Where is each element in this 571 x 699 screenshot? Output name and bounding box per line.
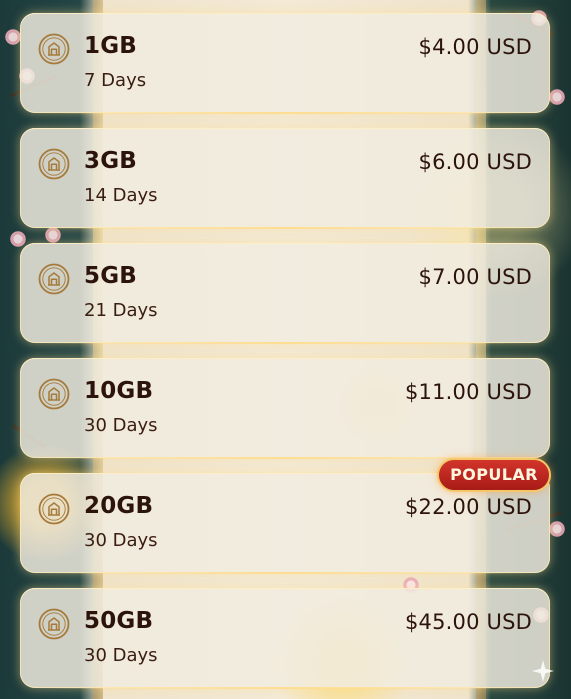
plan-card-3gb[interactable]: 3GB 14 Days $6.00 USD [20,128,550,229]
building-coin-icon [38,608,70,640]
building-coin-icon [38,378,70,410]
plan-card-10gb[interactable]: 10GB 30 Days $11.00 USD [20,358,550,459]
plan-duration: 30 Days [84,415,158,436]
plan-card-1gb[interactable]: 1GB 7 Days $4.00 USD [20,13,550,114]
popular-badge-label: POPULAR [450,465,538,484]
plan-size: 3GB [84,148,138,174]
sparkle-icon [532,660,554,682]
popular-badge: POPULAR [437,458,551,492]
plan-price: $11.00 USD [404,380,532,404]
building-coin-icon [38,263,70,295]
plan-duration: 30 Days [84,530,158,551]
plan-size: 50GB [84,608,154,634]
data-plan-list: 1GB 7 Days $4.00 USD 3GB 14 Days $6.00 U… [20,13,551,689]
plan-price: $22.00 USD [404,495,532,519]
plan-size: 20GB [84,493,154,519]
plan-card-20gb[interactable]: POPULAR 20GB 30 Days $22.00 USD [20,458,551,574]
plan-duration: 7 Days [84,70,147,91]
plan-size: 5GB [84,263,138,289]
plan-card-5gb[interactable]: 5GB 21 Days $7.00 USD [20,243,550,344]
building-coin-icon [38,148,70,180]
plan-duration: 30 Days [84,645,158,666]
plan-duration: 14 Days [84,185,158,206]
building-coin-icon [38,33,70,65]
plan-card-50gb[interactable]: 50GB 30 Days $45.00 USD [20,588,550,689]
plan-duration: 21 Days [84,300,158,321]
building-coin-icon [38,493,70,525]
plan-size: 10GB [84,378,154,404]
plan-price: $7.00 USD [418,265,532,289]
plan-price: $4.00 USD [418,35,532,59]
plan-size: 1GB [84,33,138,59]
blossom-decoration [548,520,566,538]
blossom-decoration [548,88,566,106]
plan-price: $45.00 USD [404,610,532,634]
plan-price: $6.00 USD [418,150,532,174]
